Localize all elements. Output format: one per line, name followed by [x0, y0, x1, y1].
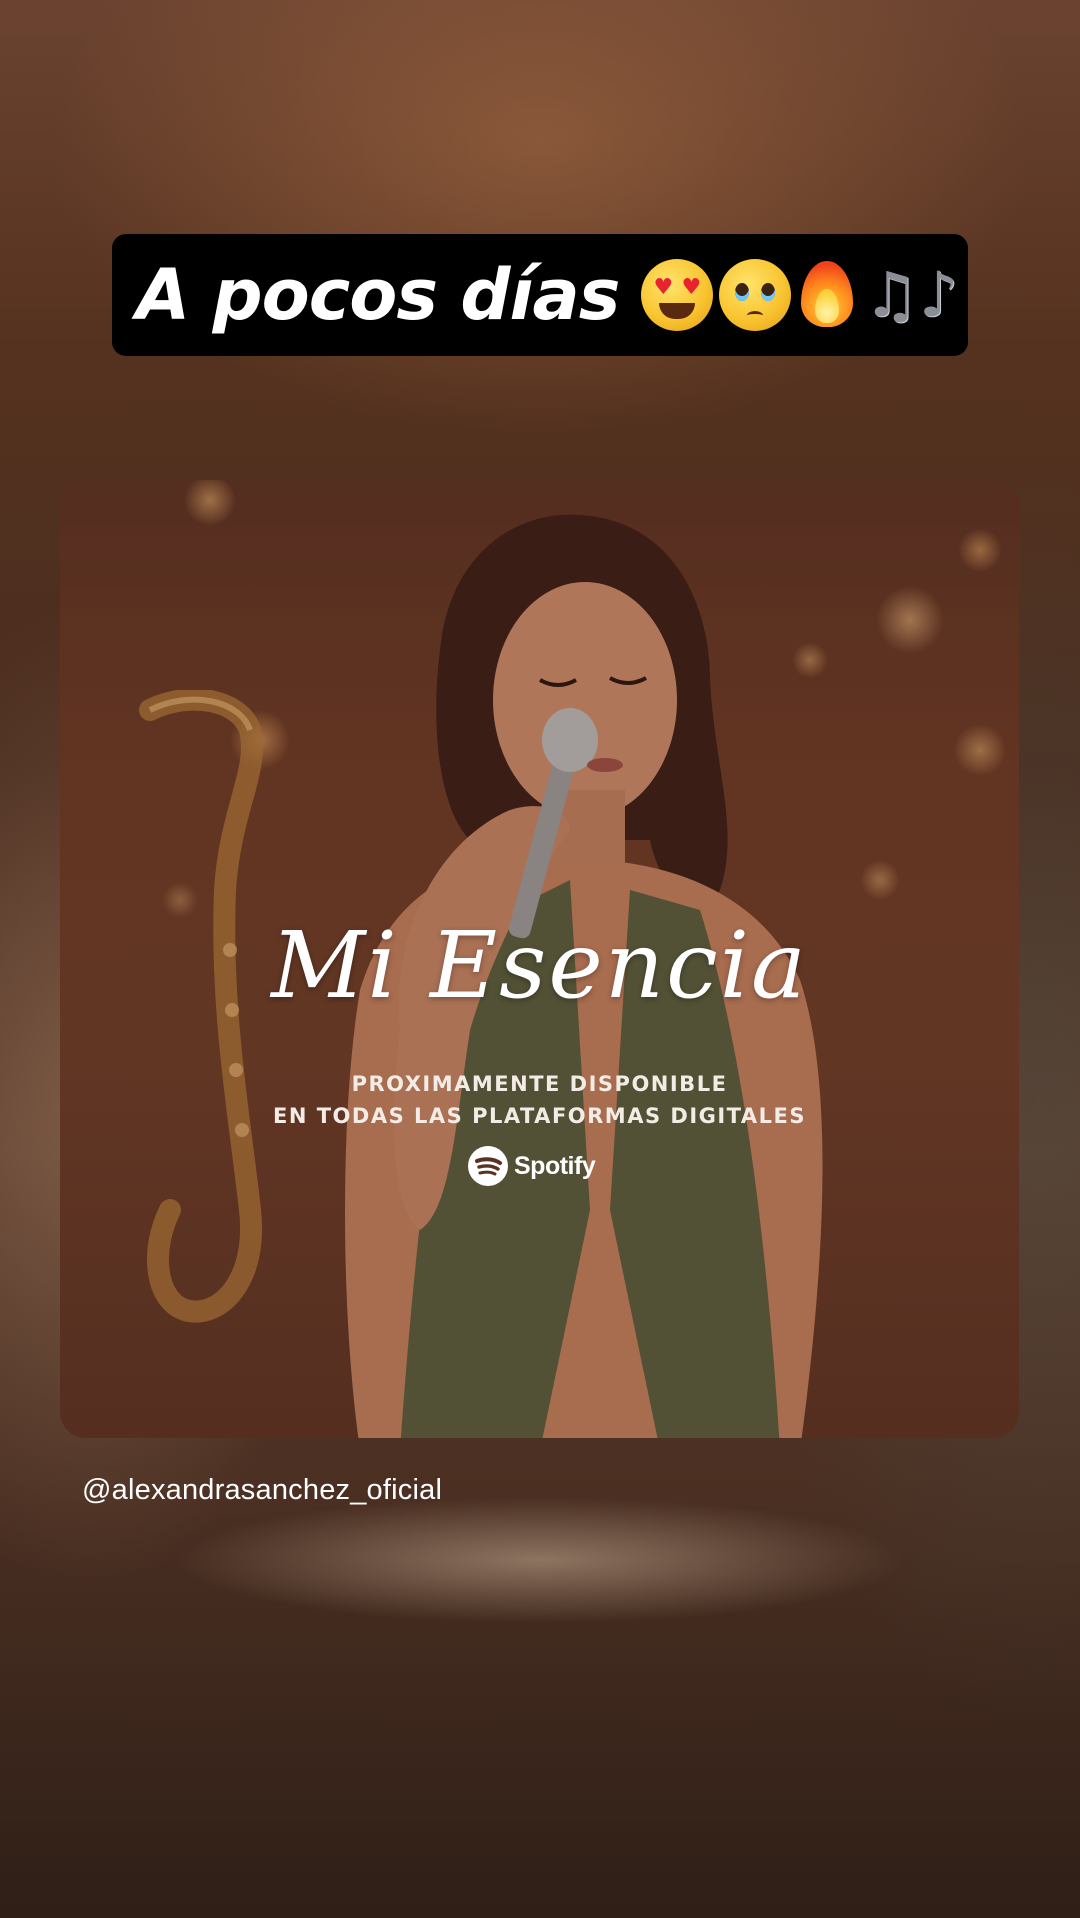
mouth-icon	[659, 303, 696, 319]
release-note-line-1: PROXIMAMENTE DISPONIBLE	[351, 1072, 728, 1096]
teary-eye-icon	[735, 283, 750, 301]
account-mention-link[interactable]: @alexandrasanchez_oficial	[82, 1474, 442, 1507]
heart-eye-icon: ♥	[681, 275, 702, 300]
heart-eyes-emoji-icon: ♥ ♥	[641, 259, 714, 331]
release-note-line-2: EN TODAS LAS PLATAFORMAS DIGITALES	[273, 1104, 806, 1128]
spotify-wordmark: Spotify	[514, 1151, 596, 1180]
album-title: Mi Esencia	[271, 912, 808, 1019]
headline-sticker: A pocos días ♥ ♥ ♫♪	[112, 234, 968, 356]
musical-notes-emoji-icon: ♫♪	[863, 258, 959, 331]
headline-text: A pocos días	[136, 254, 620, 336]
spotify-icon	[468, 1146, 508, 1186]
fire-emoji-icon	[797, 257, 857, 333]
album-cover-card[interactable]: Mi Esencia PROXIMAMENTE DISPONIBLE EN TO…	[60, 480, 1019, 1438]
pleading-teary-emoji-icon	[719, 259, 792, 331]
spotify-logo: Spotify	[468, 1146, 596, 1186]
mouth-icon	[747, 311, 764, 320]
teary-eye-icon	[761, 283, 776, 301]
heart-eye-icon: ♥	[653, 275, 674, 300]
emoji-row: ♥ ♥ ♫♪	[641, 257, 959, 333]
